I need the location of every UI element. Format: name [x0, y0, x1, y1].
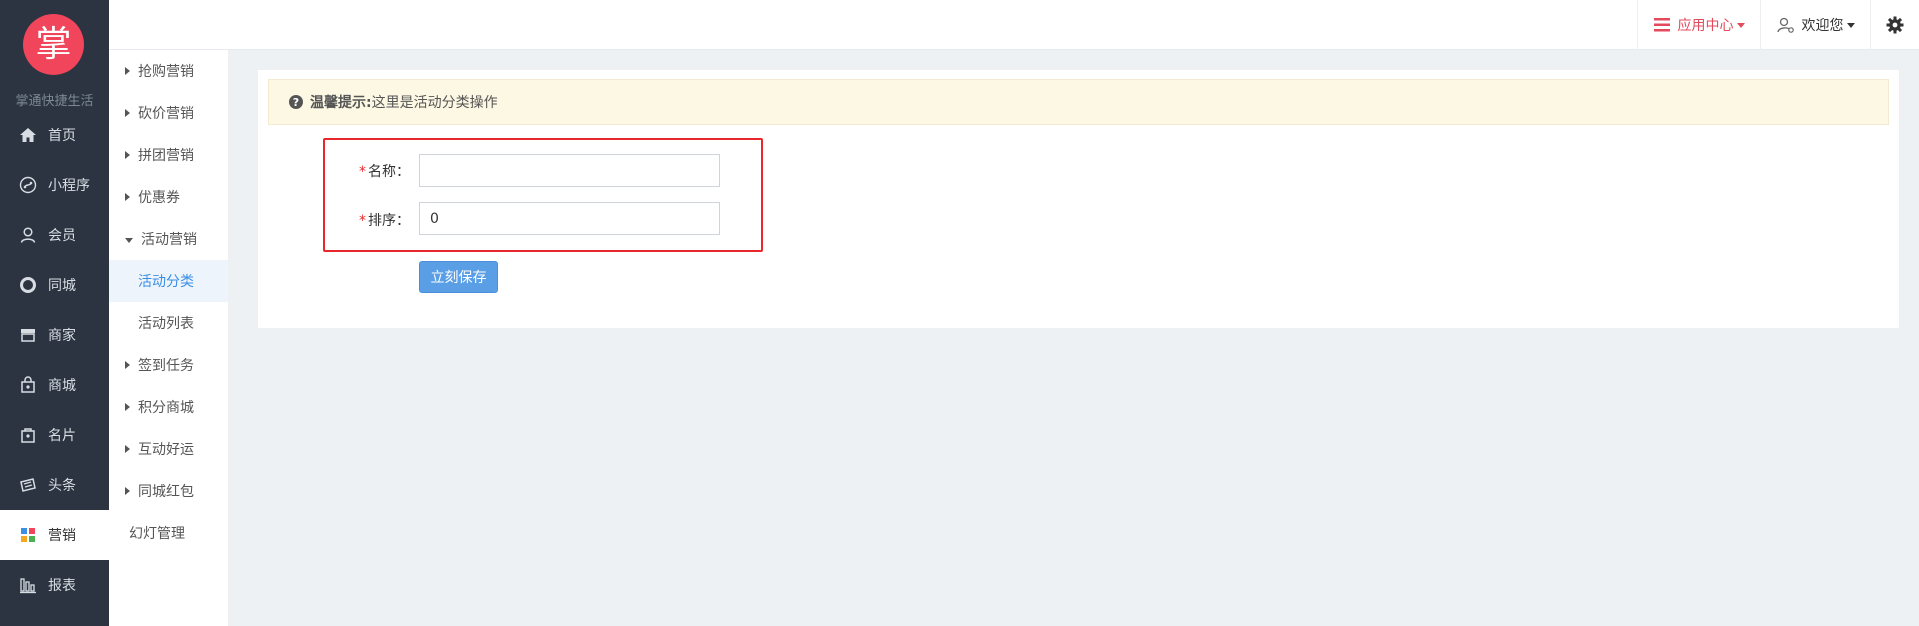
menu-icon: [1653, 18, 1670, 32]
submenu-child-activity-list[interactable]: 活动列表: [109, 302, 228, 344]
submenu-child-activity-category[interactable]: 活动分类: [109, 260, 228, 302]
sort-label-text: 排序：: [368, 213, 410, 229]
logo-area: 掌 掌通快捷生活: [0, 0, 109, 110]
store-icon: [18, 326, 38, 344]
submenu-item-label: 活动营销: [141, 232, 197, 248]
submenu-item-flash-sale[interactable]: 抢购营销: [109, 50, 228, 92]
submenu-item-label: 签到任务: [138, 358, 194, 374]
caret-right-icon: [125, 361, 130, 369]
caret-right-icon: [125, 109, 130, 117]
submenu-item-slides[interactable]: 幻灯管理: [109, 512, 228, 554]
submenu-item-coupon[interactable]: 优惠券: [109, 176, 228, 218]
caret-right-icon: [125, 445, 130, 453]
submenu-item-group-buy[interactable]: 拼团营销: [109, 134, 228, 176]
caret-right-icon: [125, 151, 130, 159]
card-icon: [18, 426, 38, 444]
nav-item-label: 会员: [48, 228, 76, 244]
settings-button[interactable]: [1870, 0, 1919, 50]
sort-input[interactable]: [419, 202, 720, 235]
circle-icon: [18, 276, 38, 294]
caret-right-icon: [125, 67, 130, 75]
tip-label: 温馨提示:: [310, 95, 372, 111]
submenu-item-lucky[interactable]: 互动好运: [109, 428, 228, 470]
left-nav: 掌 掌通快捷生活 首页 小程序 会员 同城 商家 商城 名片 头条 营销 报表: [0, 0, 109, 626]
gear-icon: [1886, 16, 1904, 34]
save-button[interactable]: 立刻保存: [419, 261, 498, 293]
submenu-item-red-packet[interactable]: 同城红包: [109, 470, 228, 512]
submenu-item-activity[interactable]: 活动营销: [109, 218, 228, 260]
nav-item-card[interactable]: 名片: [0, 410, 109, 460]
submenu-item-label: 互动好运: [138, 442, 194, 458]
welcome-label: 欢迎您: [1801, 18, 1844, 34]
marketing-icon: [18, 526, 38, 544]
caret-right-icon: [125, 403, 130, 411]
caret-right-icon: [125, 193, 130, 201]
user-icon: [18, 226, 38, 244]
submenu-item-label: 拼团营销: [138, 148, 194, 164]
question-circle-icon: ?: [289, 95, 303, 109]
nav-item-home[interactable]: 首页: [0, 110, 109, 160]
brand-name: 掌通快捷生活: [15, 94, 94, 109]
nav-item-news[interactable]: 头条: [0, 460, 109, 510]
submenu-item-bargain[interactable]: 砍价营销: [109, 92, 228, 134]
tip-text: 这里是活动分类操作: [371, 95, 498, 111]
name-input[interactable]: [419, 154, 720, 187]
nav-item-label: 头条: [48, 478, 76, 494]
home-icon: [18, 126, 38, 144]
nav-item-mini-program[interactable]: 小程序: [0, 160, 109, 210]
tip-banner: ? 温馨提示: 这里是活动分类操作: [268, 79, 1889, 125]
nav-item-city[interactable]: 同城: [0, 260, 109, 310]
caret-right-icon: [125, 487, 130, 495]
app-center-label: 应用中心: [1677, 18, 1734, 34]
nav-item-label: 营销: [48, 528, 76, 544]
app-center-dropdown[interactable]: 应用中心: [1637, 0, 1760, 50]
chevron-down-icon: [1846, 22, 1855, 28]
nav-item-member[interactable]: 会员: [0, 210, 109, 260]
required-mark: *: [359, 213, 366, 229]
submenu-item-label: 同城红包: [138, 484, 194, 500]
submenu-item-points-mall[interactable]: 积分商城: [109, 386, 228, 428]
user-dropdown[interactable]: 欢迎您: [1760, 0, 1870, 50]
nav-item-label: 商城: [48, 378, 76, 394]
caret-down-icon: [125, 237, 133, 243]
nav-item-label: 商家: [48, 328, 76, 344]
nav-item-label: 同城: [48, 278, 76, 294]
mini-program-icon: [18, 176, 38, 194]
name-label: * 名称：: [310, 161, 410, 181]
nav-item-label: 名片: [48, 428, 76, 444]
nav-item-merchant[interactable]: 商家: [0, 310, 109, 360]
nav-item-mall[interactable]: 商城: [0, 360, 109, 410]
nav-item-label: 小程序: [48, 178, 90, 194]
sort-label: * 排序：: [310, 210, 410, 230]
brand-logo[interactable]: 掌: [23, 14, 84, 75]
shopping-bag-icon: [18, 376, 38, 394]
user-settings-icon: [1776, 17, 1794, 33]
chevron-down-icon: [1736, 22, 1745, 28]
content-panel: ? 温馨提示: 这里是活动分类操作 *名称： *排序： 立刻保存: [258, 70, 1899, 328]
submenu-item-label: 砍价营销: [138, 106, 194, 122]
name-label-text: 名称：: [368, 164, 410, 180]
nav-item-report[interactable]: 报表: [0, 560, 109, 610]
submenu-item-label: 积分商城: [138, 400, 194, 416]
submenu-item-label: 优惠券: [138, 190, 180, 206]
top-header: 应用中心 欢迎您: [109, 0, 1919, 50]
sub-menu: 抢购营销 砍价营销 拼团营销 优惠券 活动营销 活动分类 活动列表 签到任务 积…: [109, 50, 228, 626]
nav-item-label: 首页: [48, 128, 76, 144]
nav-item-label: 报表: [48, 578, 76, 594]
chart-icon: [18, 576, 38, 594]
nav-item-marketing[interactable]: 营销: [0, 510, 109, 560]
required-mark: *: [359, 164, 366, 180]
submenu-item-label: 抢购营销: [138, 64, 194, 80]
submenu-item-checkin[interactable]: 签到任务: [109, 344, 228, 386]
news-icon: [18, 476, 38, 494]
